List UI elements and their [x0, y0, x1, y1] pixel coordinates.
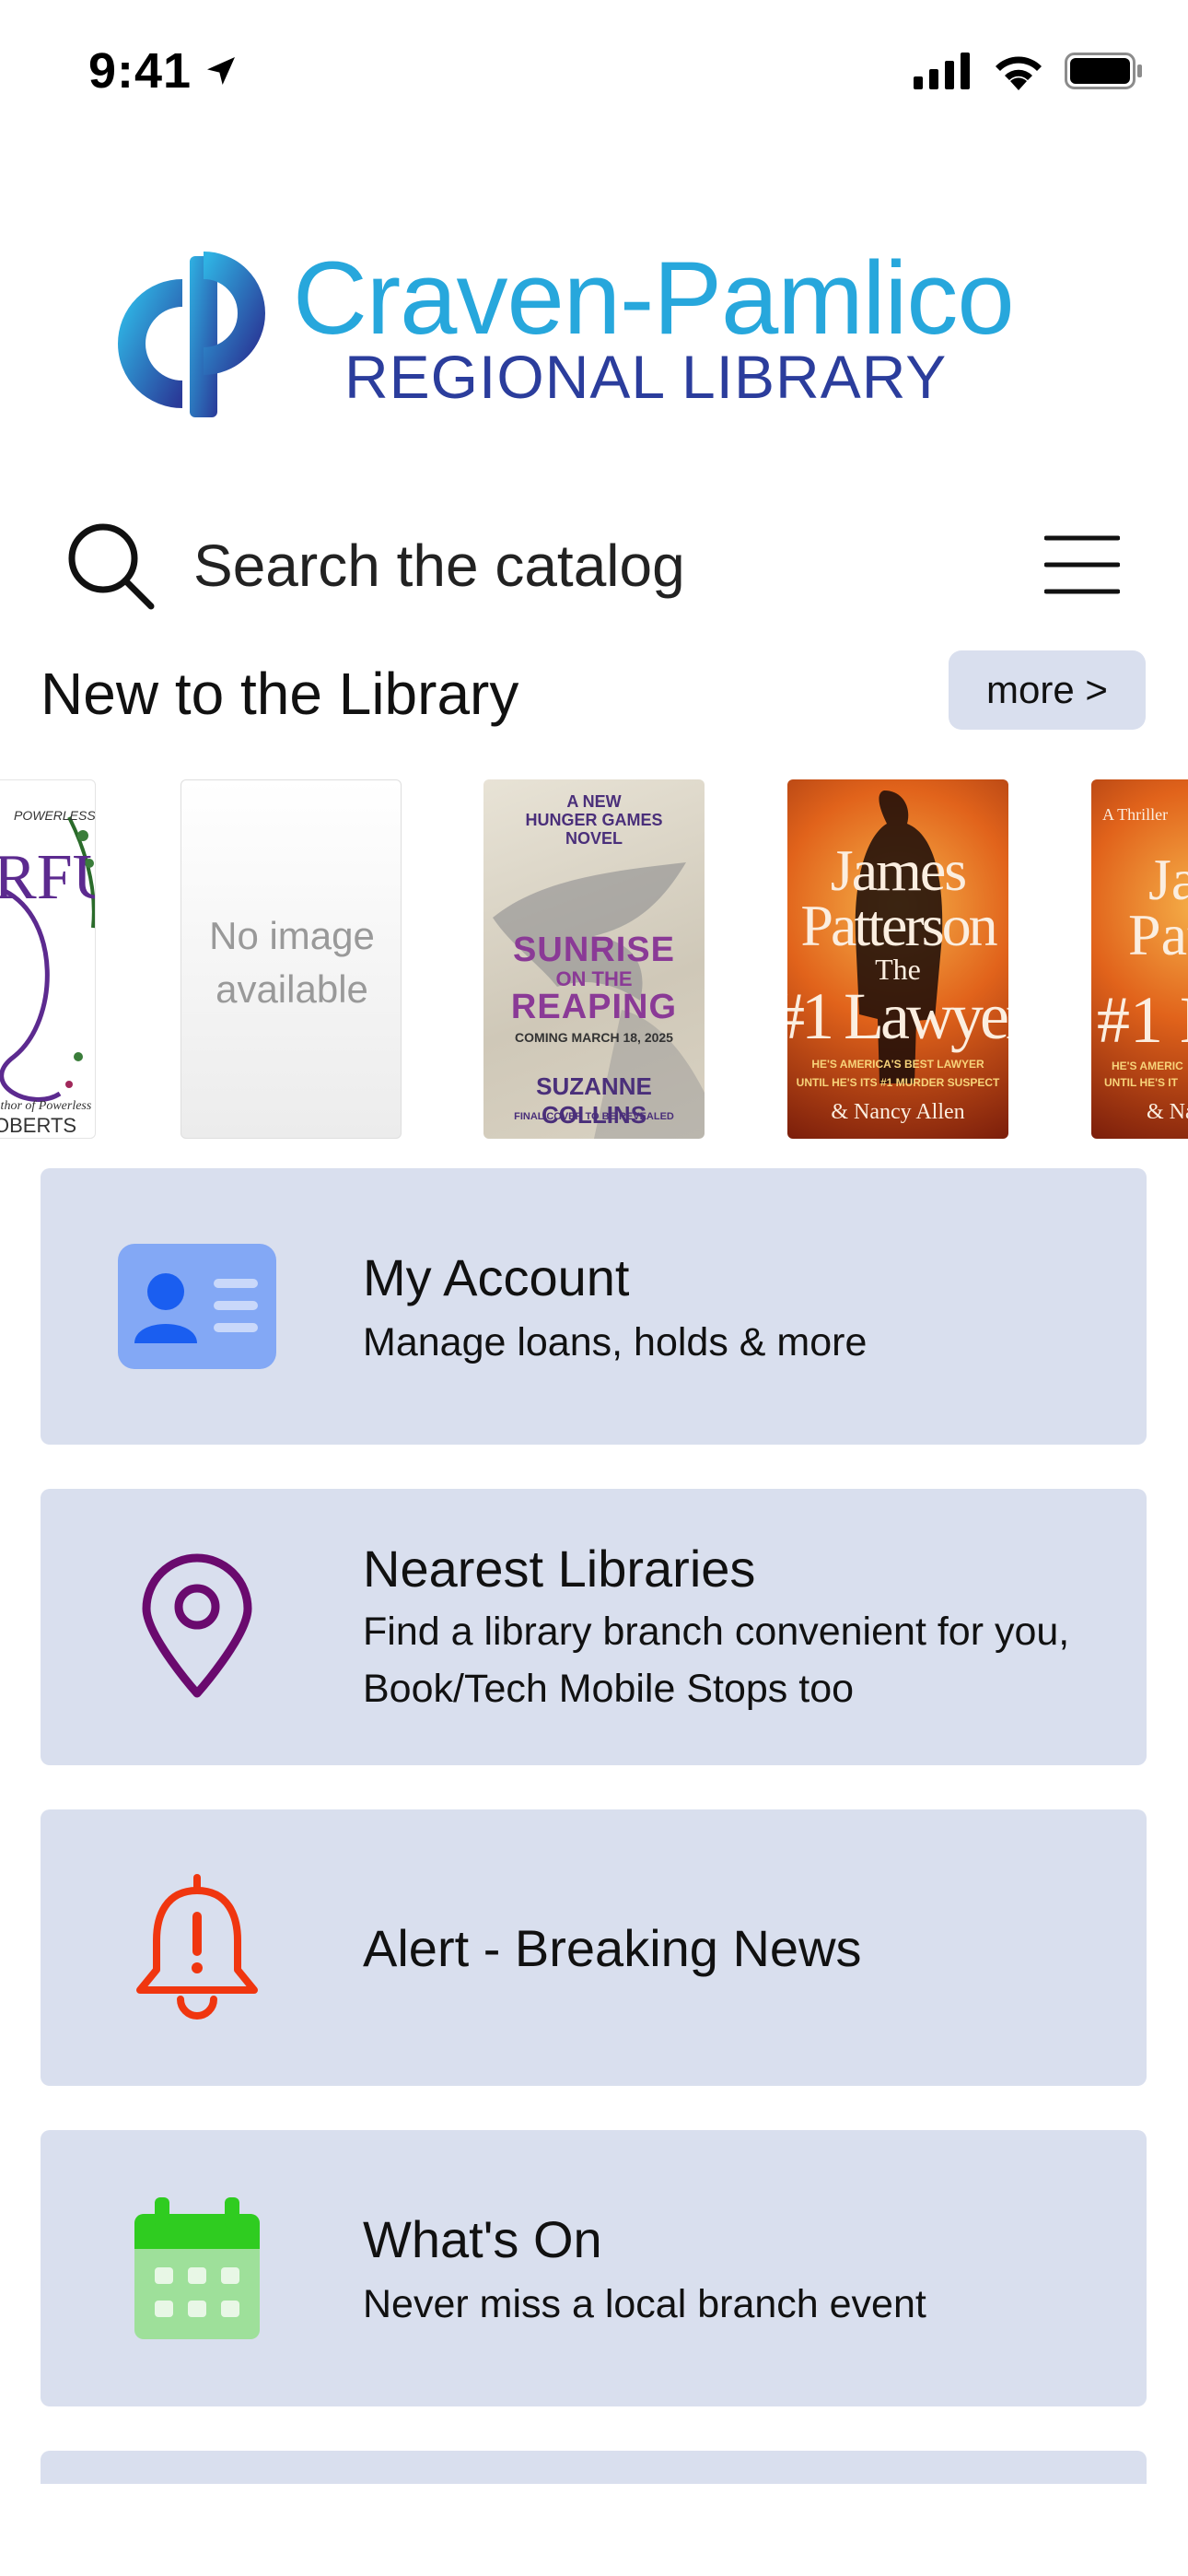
book-cover-text: #1 Lawyer — [787, 979, 1008, 1053]
bell-alert-icon — [114, 1874, 280, 2021]
book-cover[interactable]: James Patterson The #1 Lawyer HE'S AMERI… — [787, 779, 1008, 1139]
book-cover-text: A NEW — [566, 792, 622, 811]
card-subtitle: Never miss a local branch event — [363, 2282, 926, 2326]
book-cover-text: Patterson — [800, 893, 997, 958]
calendar-icon — [114, 2195, 280, 2342]
next-card-partial[interactable] — [41, 2451, 1147, 2484]
book-cover-text: #1 La — [1097, 983, 1188, 1057]
library-logo: Craven-Pamlico REGIONAL LIBRARY — [118, 238, 1039, 422]
section-title: New to the Library — [41, 661, 519, 727]
search-input[interactable] — [193, 521, 1022, 610]
logo-title: Craven-Pamlico — [293, 240, 1015, 356]
more-button[interactable]: more > — [949, 650, 1146, 730]
new-books-carousel[interactable]: POWERLESS Story RFUL Author of Powerless… — [0, 779, 1188, 1139]
book-cover-text: HE'S AMERIC — [1112, 1060, 1183, 1072]
book-cover-text: A Thriller — [1102, 805, 1169, 824]
map-pin-icon — [114, 1553, 280, 1701]
search-bar — [0, 498, 1188, 636]
book-cover-text: REAPING — [510, 988, 678, 1026]
book-cover-text: Patt — [1128, 902, 1188, 967]
cellular-signal-icon — [914, 53, 970, 89]
card-title: My Account — [363, 1248, 630, 1306]
wifi-icon — [996, 56, 1042, 90]
status-icons — [914, 52, 1142, 90]
book-cover-text: HE'S AMERICA'S BEST LAWYER — [811, 1058, 984, 1071]
card-title: What's On — [363, 2210, 602, 2268]
book-cover-text: UNTIL HE'S IT — [1104, 1076, 1178, 1089]
book-cover-text: UNTIL HE'S ITS #1 MURDER SUSPECT — [796, 1076, 1000, 1089]
whats-on-card[interactable]: What's On Never miss a local branch even… — [41, 2130, 1147, 2406]
book-cover-text: COMING MARCH 18, 2025 — [515, 1030, 673, 1045]
card-title: Nearest Libraries — [363, 1540, 756, 1598]
no-image-placeholder: No image available — [209, 914, 375, 1011]
card-title: Alert - Breaking News — [363, 1919, 862, 1977]
id-card-icon — [114, 1233, 280, 1380]
book-cover-text: NOVEL — [565, 829, 623, 848]
library-logo-mark — [118, 252, 265, 417]
status-time: 9:41 — [88, 42, 239, 100]
location-arrow-icon — [207, 57, 236, 85]
book-cover-art — [0, 816, 95, 1102]
new-to-library-header: New to the Library more > — [0, 645, 1188, 737]
status-time-text: 9:41 — [88, 43, 192, 99]
my-account-card[interactable]: My Account Manage loans, holds & more — [41, 1168, 1147, 1445]
book-cover[interactable]: A NEW HUNGER GAMES NOVEL SUNRISE ON THE … — [483, 779, 705, 1139]
search-icon[interactable] — [66, 521, 158, 614]
book-cover[interactable]: A Thriller Ja Patt #1 La HE'S AMERIC UNT… — [1091, 779, 1188, 1139]
book-cover-text: Author of Powerless — [0, 1099, 92, 1113]
hamburger-menu-icon[interactable] — [1044, 534, 1120, 595]
book-cover-text: & Nancy Allen — [831, 1100, 965, 1124]
book-cover-text: HUNGER GAMES — [525, 811, 663, 829]
logo-subtitle: REGIONAL LIBRARY — [344, 343, 948, 411]
book-cover[interactable]: POWERLESS Story RFUL Author of Powerless… — [0, 779, 96, 1139]
card-subtitle: Manage loans, holds & more — [363, 1320, 868, 1364]
book-cover[interactable]: No image available — [181, 779, 402, 1139]
nearest-libraries-card[interactable]: Nearest Libraries Find a library branch … — [41, 1489, 1147, 1765]
battery-icon — [1065, 53, 1142, 89]
book-cover-text: SUNRISE — [513, 931, 675, 969]
book-cover-text: FINAL COVER TO BE REVEALED — [514, 1111, 674, 1122]
status-bar: 9:41 — [0, 0, 1188, 147]
book-cover-text: POWERLESS Story — [14, 808, 96, 823]
book-cover-text: & Na — [1147, 1100, 1188, 1124]
book-cover-text: RFUL — [0, 842, 95, 913]
alert-breaking-news-card[interactable]: Alert - Breaking News — [41, 1809, 1147, 2086]
card-subtitle: Find a library branch convenient for you… — [363, 1610, 1070, 1711]
book-cover-text: OBERTS — [0, 1114, 77, 1137]
